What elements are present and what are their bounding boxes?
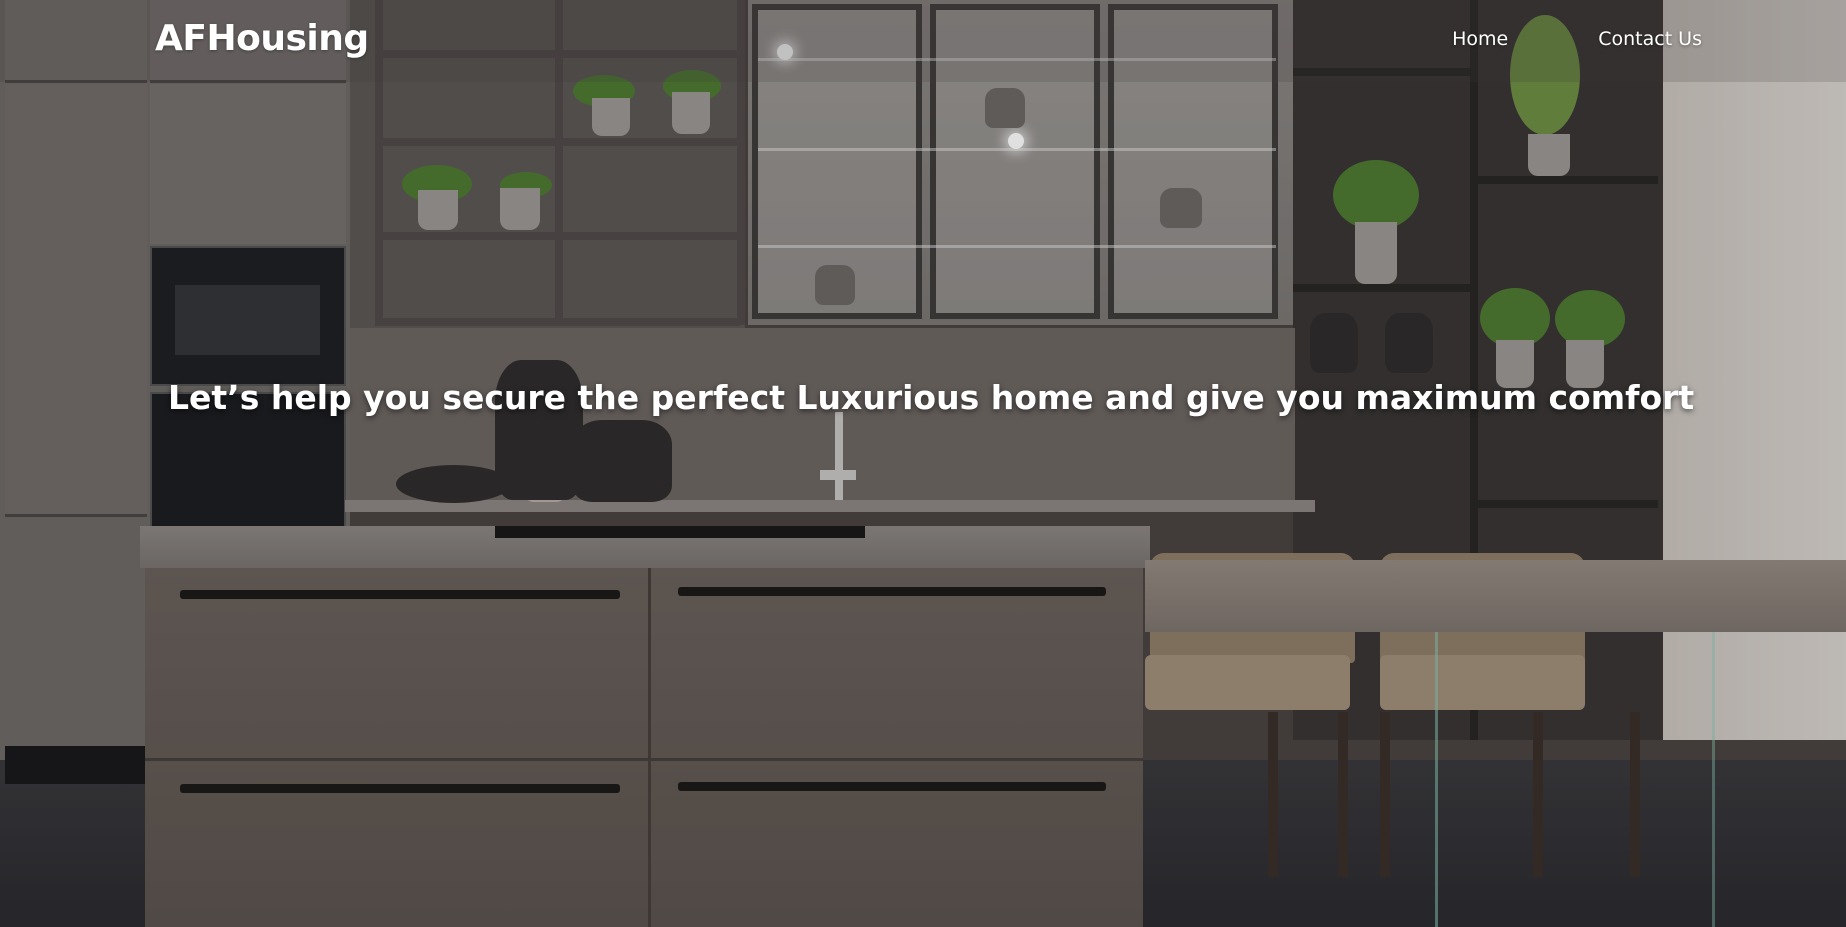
nav-links: Home Contact Us (1452, 28, 1702, 50)
hero-background-image (0, 0, 1846, 927)
hero-section: AFHousing Home Contact Us Let’s help you… (0, 0, 1846, 927)
nav-link-contact-us[interactable]: Contact Us (1598, 28, 1702, 50)
nav-link-home[interactable]: Home (1452, 28, 1508, 50)
site-logo[interactable]: AFHousing (155, 18, 369, 59)
top-navbar: AFHousing Home Contact Us (0, 0, 1846, 82)
hero-heading: Let’s help you secure the perfect Luxuri… (168, 378, 1695, 417)
